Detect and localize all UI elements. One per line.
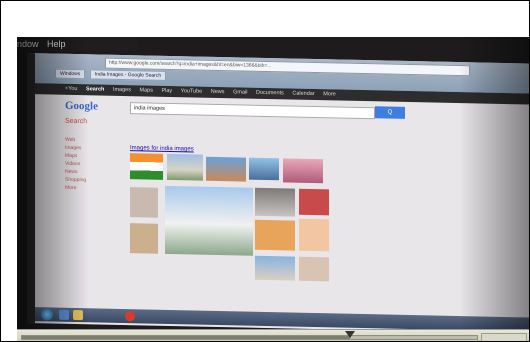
- menu-item-window[interactable]: ndow: [17, 39, 39, 49]
- browser-tabs: Windows India Images - Google Search: [55, 68, 169, 81]
- thumbnail-left-2[interactable]: [130, 223, 158, 254]
- sidebar-item-more[interactable]: More: [65, 184, 120, 193]
- menu-item-help[interactable]: Help: [47, 39, 66, 49]
- gbar-more[interactable]: More: [323, 91, 336, 97]
- menu-bar: ndow Help: [17, 37, 137, 51]
- chrome-icon[interactable]: [125, 311, 135, 322]
- seek-thumb-icon[interactable]: [344, 331, 355, 338]
- ie-icon[interactable]: [59, 309, 69, 320]
- thumbnail-gateway[interactable]: [255, 187, 295, 217]
- tab-google-search[interactable]: India Images - Google Search: [89, 69, 167, 81]
- search-heading: Search: [65, 117, 88, 126]
- thumbnail-taj-mahal-large[interactable]: [165, 185, 253, 256]
- search-input[interactable]: india images: [130, 102, 375, 120]
- search-button[interactable]: Q: [375, 106, 405, 119]
- thumbnail-red[interactable]: [299, 188, 329, 216]
- search-sidebar: Web Images Maps Videos News Shopping Mor…: [65, 136, 120, 193]
- thumbnail-map-2[interactable]: [299, 218, 329, 252]
- gbar-news[interactable]: News: [211, 89, 225, 95]
- thumbnail-person[interactable]: [299, 256, 329, 282]
- monitor-screen: http://www.google.com/search?q=india+ima…: [27, 53, 529, 329]
- player-controls: [17, 329, 529, 341]
- gbar-gmail[interactable]: Gmail: [233, 89, 247, 95]
- gbar-images[interactable]: Images: [113, 87, 131, 93]
- gbar-youtube[interactable]: YouTube: [181, 88, 203, 94]
- gbar-maps[interactable]: Maps: [140, 87, 153, 93]
- gbar-you[interactable]: +You: [65, 86, 78, 92]
- seek-bar[interactable]: [21, 331, 478, 340]
- gbar-documents[interactable]: Documents: [256, 90, 284, 97]
- tab-windows[interactable]: Windows: [55, 68, 86, 80]
- gbar-search[interactable]: Search: [86, 86, 104, 92]
- result-title-link[interactable]: Images for india images: [130, 145, 194, 152]
- thumbnail-india-gate[interactable]: [206, 156, 246, 182]
- start-button-icon[interactable]: [41, 308, 53, 321]
- taskbar: [35, 307, 529, 329]
- thumbnail-taj-small[interactable]: [255, 255, 295, 281]
- thumbnail-sky[interactable]: [249, 157, 279, 181]
- gbar-play[interactable]: Play: [161, 88, 172, 94]
- thumbnail-left-1[interactable]: [130, 187, 158, 218]
- thumbnail-map[interactable]: [255, 219, 295, 251]
- photo-frame: ndow Help http://www.google.com/search?q…: [0, 0, 530, 342]
- seek-bar-fill: [22, 336, 350, 339]
- thumbnail-pink[interactable]: [283, 158, 323, 184]
- thumbnail-taj-mahal[interactable]: [167, 153, 203, 181]
- volume-slider[interactable]: [481, 333, 527, 341]
- folder-icon[interactable]: [73, 309, 83, 321]
- thumbnail-flag[interactable]: [130, 153, 163, 180]
- video-frame: ndow Help http://www.google.com/search?q…: [17, 37, 529, 329]
- google-logo[interactable]: Google: [65, 100, 98, 113]
- gbar-calendar[interactable]: Calendar: [292, 91, 314, 97]
